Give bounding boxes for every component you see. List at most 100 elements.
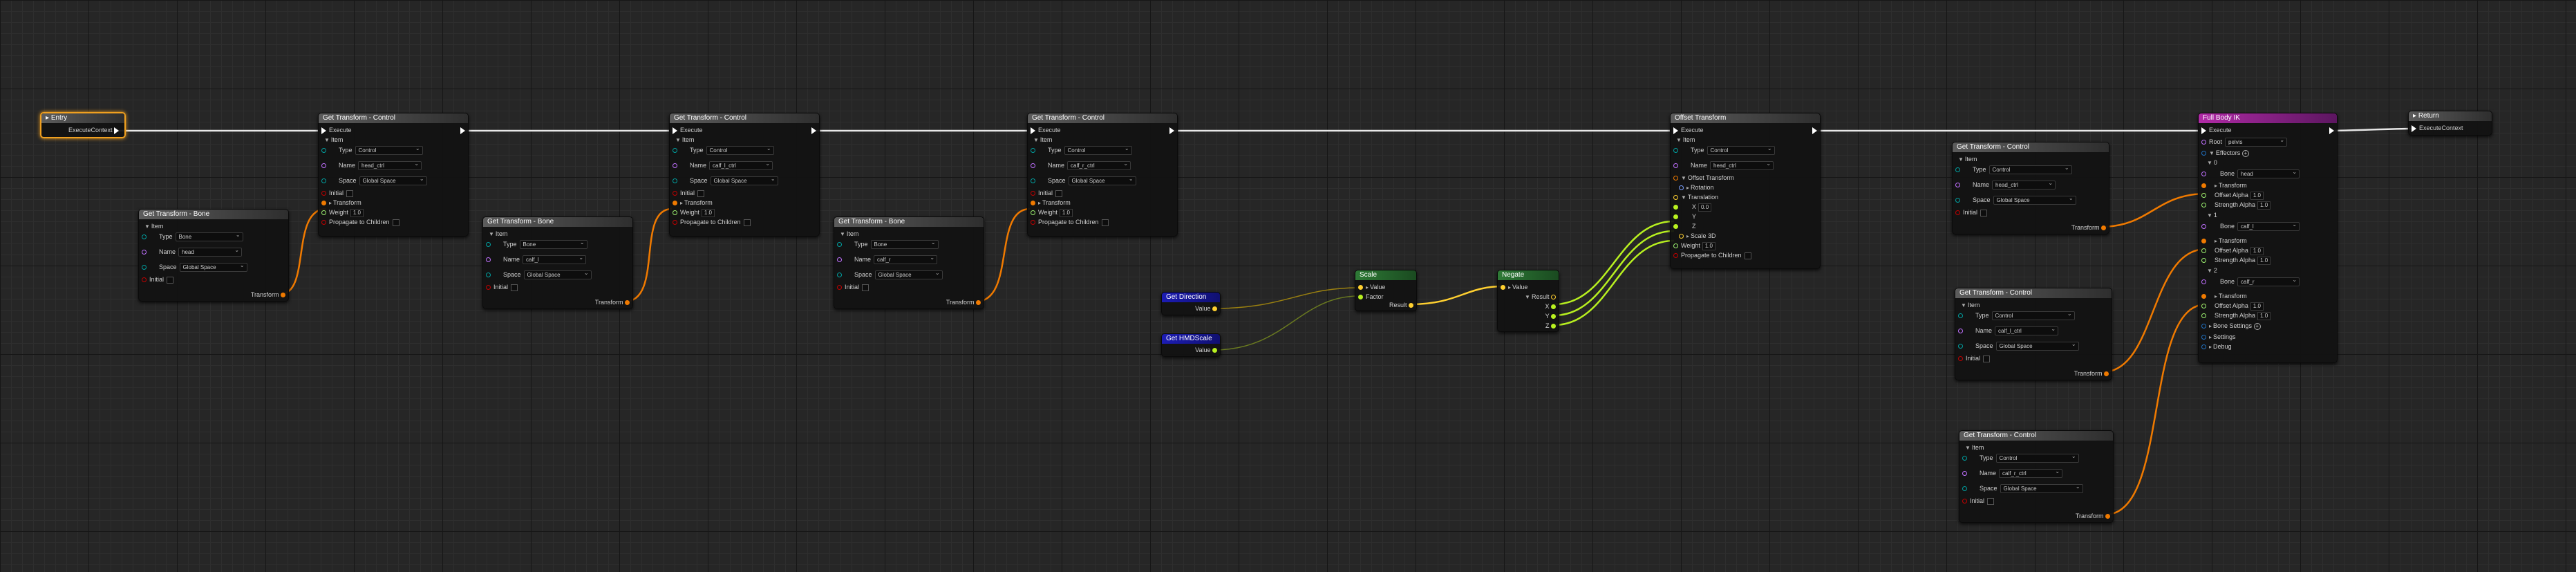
space-dropdown[interactable]: Global Space xyxy=(359,175,427,186)
strength-alpha-value[interactable]: 1.0 xyxy=(2257,311,2271,320)
enum-pin[interactable] xyxy=(321,178,326,184)
struct-pin[interactable] xyxy=(2201,335,2206,340)
name-pin[interactable] xyxy=(486,257,491,263)
name-pin[interactable] xyxy=(1955,183,1960,188)
name-pin[interactable] xyxy=(2201,140,2206,145)
space-dropdown[interactable]: Global Space xyxy=(179,261,247,273)
name-pin[interactable] xyxy=(321,163,326,169)
name-dropdown[interactable]: head_ctrl xyxy=(358,160,422,171)
enum-pin[interactable] xyxy=(142,234,147,240)
weight-value[interactable]: 1.0 xyxy=(1702,241,1715,250)
float-pin[interactable] xyxy=(673,210,677,216)
bool-pin[interactable] xyxy=(837,285,842,290)
propagate-checkbox[interactable] xyxy=(1744,252,1751,259)
float-pin[interactable] xyxy=(1673,214,1678,220)
enum-pin[interactable] xyxy=(1962,456,1967,461)
bone-dropdown[interactable]: calf_l xyxy=(2237,221,2300,232)
enum-pin[interactable] xyxy=(837,242,842,248)
bool-pin[interactable] xyxy=(1031,220,1035,225)
type-dropdown[interactable]: Control xyxy=(1995,452,2079,463)
bool-pin[interactable] xyxy=(1673,253,1678,259)
negate-node[interactable]: Negate ▸ Value ▼ Result X Y Z xyxy=(1497,270,1559,332)
get-transform-bone-node[interactable]: Get Transform - Bone ▼Item TypeBone Name… xyxy=(834,216,984,309)
exec-in-pin[interactable] xyxy=(2201,127,2206,134)
get-transform-bone-node[interactable]: Get Transform - Bone ▼Item TypeBone Name… xyxy=(482,216,633,309)
bool-pin[interactable] xyxy=(486,285,491,290)
exec-in-pin[interactable] xyxy=(1673,127,1678,134)
array-pin[interactable] xyxy=(2201,151,2206,156)
name-dropdown[interactable]: head_ctrl xyxy=(1710,160,1774,171)
exec-in-pin[interactable] xyxy=(321,127,326,134)
weight-value[interactable]: 1.0 xyxy=(1059,208,1073,217)
initial-checkbox[interactable] xyxy=(167,276,174,284)
enum-pin[interactable] xyxy=(1955,167,1960,173)
name-pin[interactable] xyxy=(2201,279,2206,285)
initial-checkbox[interactable] xyxy=(346,190,354,197)
strength-alpha-value[interactable]: 1.0 xyxy=(2257,256,2271,265)
name-dropdown[interactable]: head_ctrl xyxy=(1992,179,2056,190)
enum-pin[interactable] xyxy=(673,178,677,184)
type-dropdown[interactable]: Control xyxy=(1064,145,1132,156)
enum-pin[interactable] xyxy=(1958,313,1963,319)
enum-pin[interactable] xyxy=(1962,486,1967,492)
bool-pin[interactable] xyxy=(321,220,326,225)
transform-in-pin[interactable] xyxy=(2201,183,2206,189)
float-pin[interactable] xyxy=(2201,248,2206,254)
float-pin[interactable] xyxy=(2201,258,2206,264)
name-pin[interactable] xyxy=(1962,471,1967,477)
name-dropdown[interactable]: calf_r_ctrl xyxy=(1067,160,1131,171)
transform-out-pin[interactable] xyxy=(976,300,981,306)
get-direction-node[interactable]: Get Direction Value xyxy=(1161,292,1221,315)
exec-out-pin[interactable] xyxy=(811,127,816,134)
space-dropdown[interactable]: Global Space xyxy=(1068,175,1136,186)
exec-in-pin[interactable] xyxy=(2412,124,2416,132)
enum-pin[interactable] xyxy=(837,273,842,278)
transform-out-pin[interactable] xyxy=(2101,225,2106,231)
name-dropdown[interactable]: calf_l_ctrl xyxy=(709,160,773,171)
space-dropdown[interactable]: Global Space xyxy=(1995,340,2079,351)
initial-checkbox[interactable] xyxy=(862,284,869,291)
name-pin[interactable] xyxy=(1031,163,1035,169)
bool-pin[interactable] xyxy=(1958,356,1963,362)
exec-out-pin[interactable] xyxy=(2329,127,2334,134)
struct-pin[interactable] xyxy=(2201,344,2206,350)
name-dropdown[interactable]: calf_r xyxy=(874,254,938,265)
rotator-pin[interactable] xyxy=(1679,185,1684,191)
exec-out-pin[interactable] xyxy=(1169,127,1174,134)
offset-alpha-value[interactable]: 1.0 xyxy=(2250,246,2264,255)
weight-value[interactable]: 1.0 xyxy=(350,208,364,217)
vector-in-pin[interactable] xyxy=(1358,285,1363,290)
get-hmd-scale-node[interactable]: Get HMDScale Value xyxy=(1161,333,1221,357)
type-dropdown[interactable]: Control xyxy=(1707,145,1775,156)
name-pin[interactable] xyxy=(2201,224,2206,230)
transform-out-pin[interactable] xyxy=(625,300,630,306)
enum-pin[interactable] xyxy=(1958,344,1963,349)
space-dropdown[interactable]: Global Space xyxy=(2000,483,2083,494)
transform-in-pin[interactable] xyxy=(2201,239,2206,244)
float-out-pin[interactable] xyxy=(1551,304,1556,310)
float-out-pin[interactable] xyxy=(1212,348,1217,353)
transform-out-pin[interactable] xyxy=(2105,514,2110,519)
name-dropdown[interactable]: calf_l xyxy=(523,254,587,265)
bool-pin[interactable] xyxy=(321,191,326,196)
get-transform-control-node[interactable]: Get Transform - Control ▼ Item Type Contro… xyxy=(1952,142,2109,234)
name-pin[interactable] xyxy=(837,257,842,263)
float-pin[interactable] xyxy=(2201,304,2206,309)
transform-pin[interactable] xyxy=(1031,201,1035,206)
enum-pin[interactable] xyxy=(486,242,491,248)
root-dropdown[interactable]: pelvis xyxy=(2225,136,2288,147)
type-dropdown[interactable]: Control xyxy=(355,145,423,156)
initial-checkbox[interactable] xyxy=(1987,497,1995,505)
name-dropdown[interactable]: calf_r_ctrl xyxy=(1999,468,2063,479)
name-pin[interactable] xyxy=(142,250,147,255)
strength-alpha-value[interactable]: 1.0 xyxy=(2257,201,2271,210)
get-transform-bone-node[interactable]: Get Transform - Bone ▼Item TypeBone Name… xyxy=(138,209,289,302)
vector-pin[interactable] xyxy=(1673,195,1678,201)
bool-pin[interactable] xyxy=(142,277,147,283)
transform-out-pin[interactable] xyxy=(281,293,285,298)
scale-node[interactable]: Scale ▸ Value Factor Result xyxy=(1355,270,1417,311)
full-body-ik-node[interactable]: Full Body IK Execute Rootpelvis ▼Effecto… xyxy=(2198,113,2338,363)
name-pin[interactable] xyxy=(2201,172,2206,177)
enum-pin[interactable] xyxy=(486,273,491,278)
bool-pin[interactable] xyxy=(1955,210,1960,216)
